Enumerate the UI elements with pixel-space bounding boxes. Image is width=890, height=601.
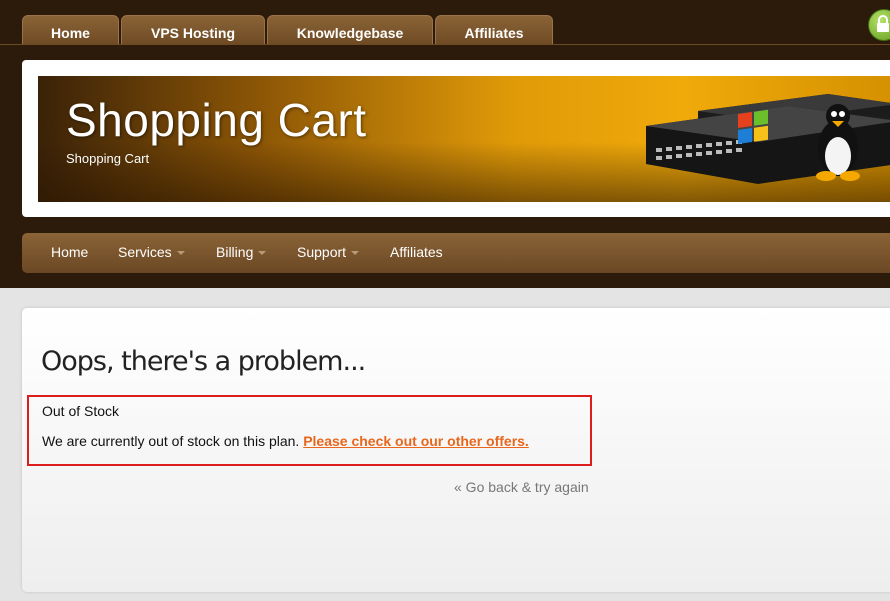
- caret-down-icon: [258, 251, 267, 255]
- caret-down-icon: [351, 251, 360, 255]
- banner: Shopping Cart Shopping Cart: [38, 76, 890, 202]
- alert-title: Out of Stock: [42, 403, 120, 419]
- nav-home-label: Home: [51, 244, 89, 260]
- top-tab-vps-hosting[interactable]: VPS Hosting: [121, 15, 265, 45]
- server-switch-image: [646, 94, 890, 184]
- nav-support[interactable]: Support: [297, 244, 360, 260]
- top-tab-knowledgebase[interactable]: Knowledgebase: [267, 15, 433, 45]
- nav-affiliates-label: Affiliates: [390, 244, 443, 260]
- nav-home[interactable]: Home: [51, 244, 88, 260]
- nav-support-label: Support: [297, 244, 347, 260]
- page-title: Oops, there's a problem...: [41, 346, 366, 377]
- nav-services-label: Services: [118, 244, 172, 260]
- go-back-link[interactable]: « Go back & try again: [454, 479, 589, 495]
- banner-title: Shopping Cart: [66, 94, 367, 146]
- nav-services[interactable]: Services: [118, 244, 185, 260]
- top-tab-affiliates[interactable]: Affiliates: [435, 15, 553, 45]
- tab-divider: [0, 44, 890, 45]
- header: Home VPS Hosting Knowledgebase Affiliate…: [0, 0, 890, 288]
- alert-message: We are currently out of stock on this pl…: [42, 433, 529, 449]
- other-offers-link[interactable]: Please check out our other offers.: [303, 433, 529, 449]
- alert-message-text: We are currently out of stock on this pl…: [42, 433, 300, 449]
- nav-billing-label: Billing: [216, 244, 254, 260]
- nav-billing[interactable]: Billing: [216, 244, 267, 260]
- lock-icon[interactable]: [868, 9, 890, 41]
- caret-down-icon: [176, 251, 185, 255]
- nav-affiliates[interactable]: Affiliates: [390, 244, 443, 260]
- top-tab-home[interactable]: Home: [22, 15, 119, 45]
- banner-subtitle: Shopping Cart: [66, 151, 150, 166]
- main-nav: Home Services Billing Support Affiliates: [22, 233, 890, 273]
